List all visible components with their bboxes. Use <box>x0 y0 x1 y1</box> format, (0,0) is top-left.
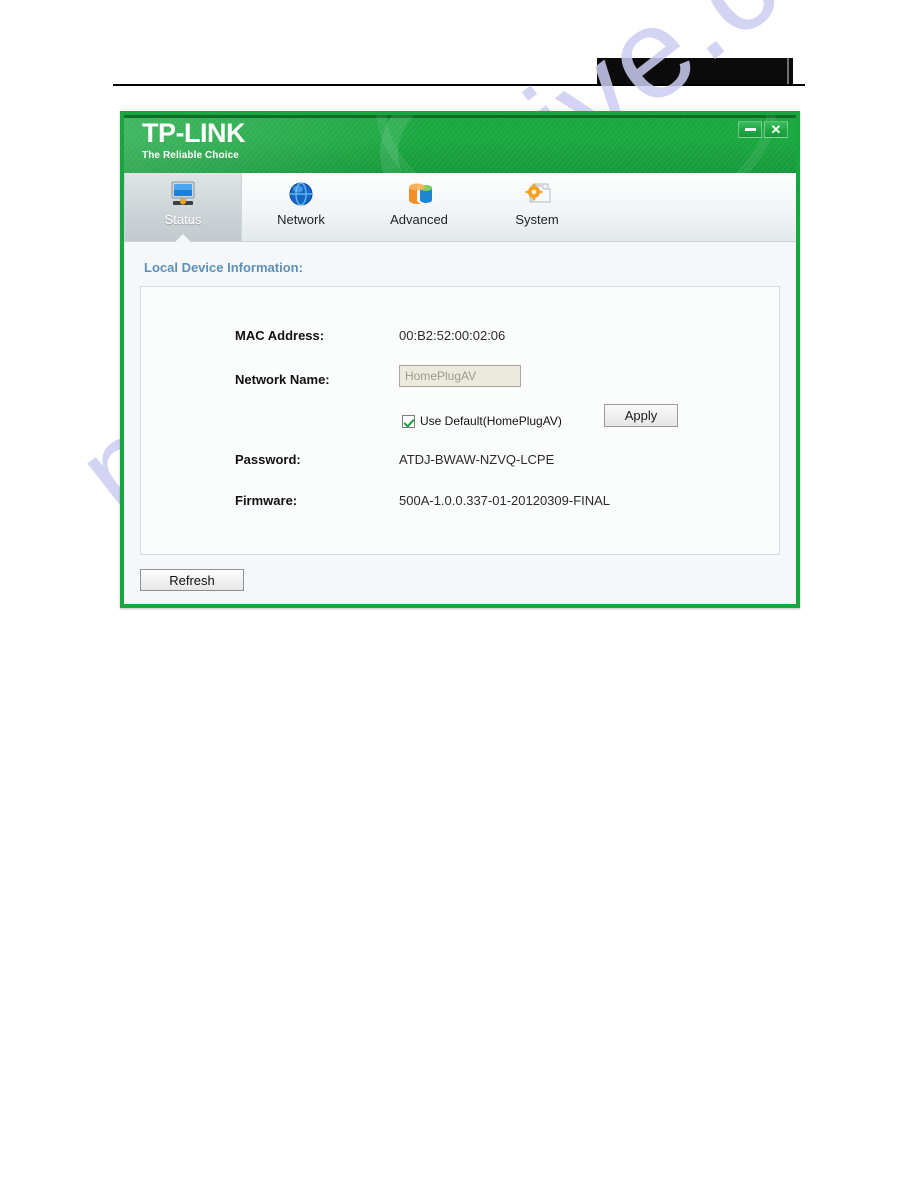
field-row-firmware: Firmware: 500A-1.0.0.337-01-20120309-FIN… <box>141 488 779 512</box>
tab-network[interactable]: Network <box>242 173 360 241</box>
monitor-icon <box>166 178 200 210</box>
firmware-value: 500A-1.0.0.337-01-20120309-FINAL <box>399 492 611 508</box>
field-row-password: Password: ATDJ-BWAW-NZVQ-LCPE <box>141 447 779 471</box>
local-device-information-panel: MAC Address: 00:B2:52:00:02:06 Network N… <box>140 286 780 555</box>
mac-address-label: MAC Address: <box>235 327 325 343</box>
tab-status[interactable]: Status <box>124 173 242 241</box>
section-title: Local Device Information: <box>144 260 303 275</box>
tab-advanced[interactable]: Advanced <box>360 173 478 241</box>
field-row-use-default: Use Default(HomePlugAV) Apply <box>141 404 779 433</box>
brand-tagline: The Reliable Choice <box>142 150 239 161</box>
firmware-label: Firmware: <box>235 492 298 508</box>
titlebar-swoosh-decoration-2 <box>376 115 776 173</box>
refresh-button[interactable]: Refresh <box>140 569 244 591</box>
network-name-input[interactable]: HomePlugAV <box>399 365 521 387</box>
close-button[interactable]: ✕ <box>764 121 788 138</box>
redacted-header-bar <box>597 58 793 84</box>
window-controls: ✕ <box>738 121 788 138</box>
brand-name: TP-LINK <box>142 118 245 148</box>
field-row-mac-address: MAC Address: 00:B2:52:00:02:06 <box>141 323 779 347</box>
gear-icon <box>520 178 554 210</box>
brand-logo: TP-LINK The Reliable Choice <box>142 120 245 161</box>
minimize-icon <box>744 128 756 131</box>
tab-system[interactable]: System <box>478 173 596 241</box>
tab-advanced-label: Advanced <box>390 212 448 227</box>
mac-address-value: 00:B2:52:00:02:06 <box>399 327 506 343</box>
content-area: Local Device Information: MAC Address: 0… <box>124 242 796 604</box>
window-titlebar: TP-LINK The Reliable Choice ✕ <box>124 115 796 173</box>
header-divider-rule <box>113 84 805 86</box>
tab-status-label: Status <box>164 212 202 227</box>
tp-link-utility-window: TP-LINK The Reliable Choice ✕ Status Net… <box>120 111 800 608</box>
use-default-label: Use Default(HomePlugAV) <box>420 414 562 428</box>
tab-system-label: System <box>515 212 559 227</box>
titlebar-swoosh-decoration <box>380 115 796 173</box>
main-tabbar: Status Network Advanced System <box>124 173 796 242</box>
password-label: Password: <box>235 451 301 467</box>
checkbox-checked-icon <box>402 414 415 428</box>
close-icon: ✕ <box>770 122 782 137</box>
field-row-network-name: Network Name: HomePlugAV <box>141 365 779 391</box>
manual-page: manualshive.com TP-LINK The Reliable Cho… <box>0 0 918 1188</box>
apply-button[interactable]: Apply <box>604 404 678 427</box>
use-default-checkbox[interactable]: Use Default(HomePlugAV) <box>402 414 562 428</box>
minimize-button[interactable] <box>738 121 762 138</box>
globe-icon <box>284 178 318 210</box>
database-icon <box>402 178 436 210</box>
password-value: ATDJ-BWAW-NZVQ-LCPE <box>399 451 555 467</box>
tab-network-label: Network <box>277 212 325 227</box>
network-name-label: Network Name: <box>235 371 330 387</box>
